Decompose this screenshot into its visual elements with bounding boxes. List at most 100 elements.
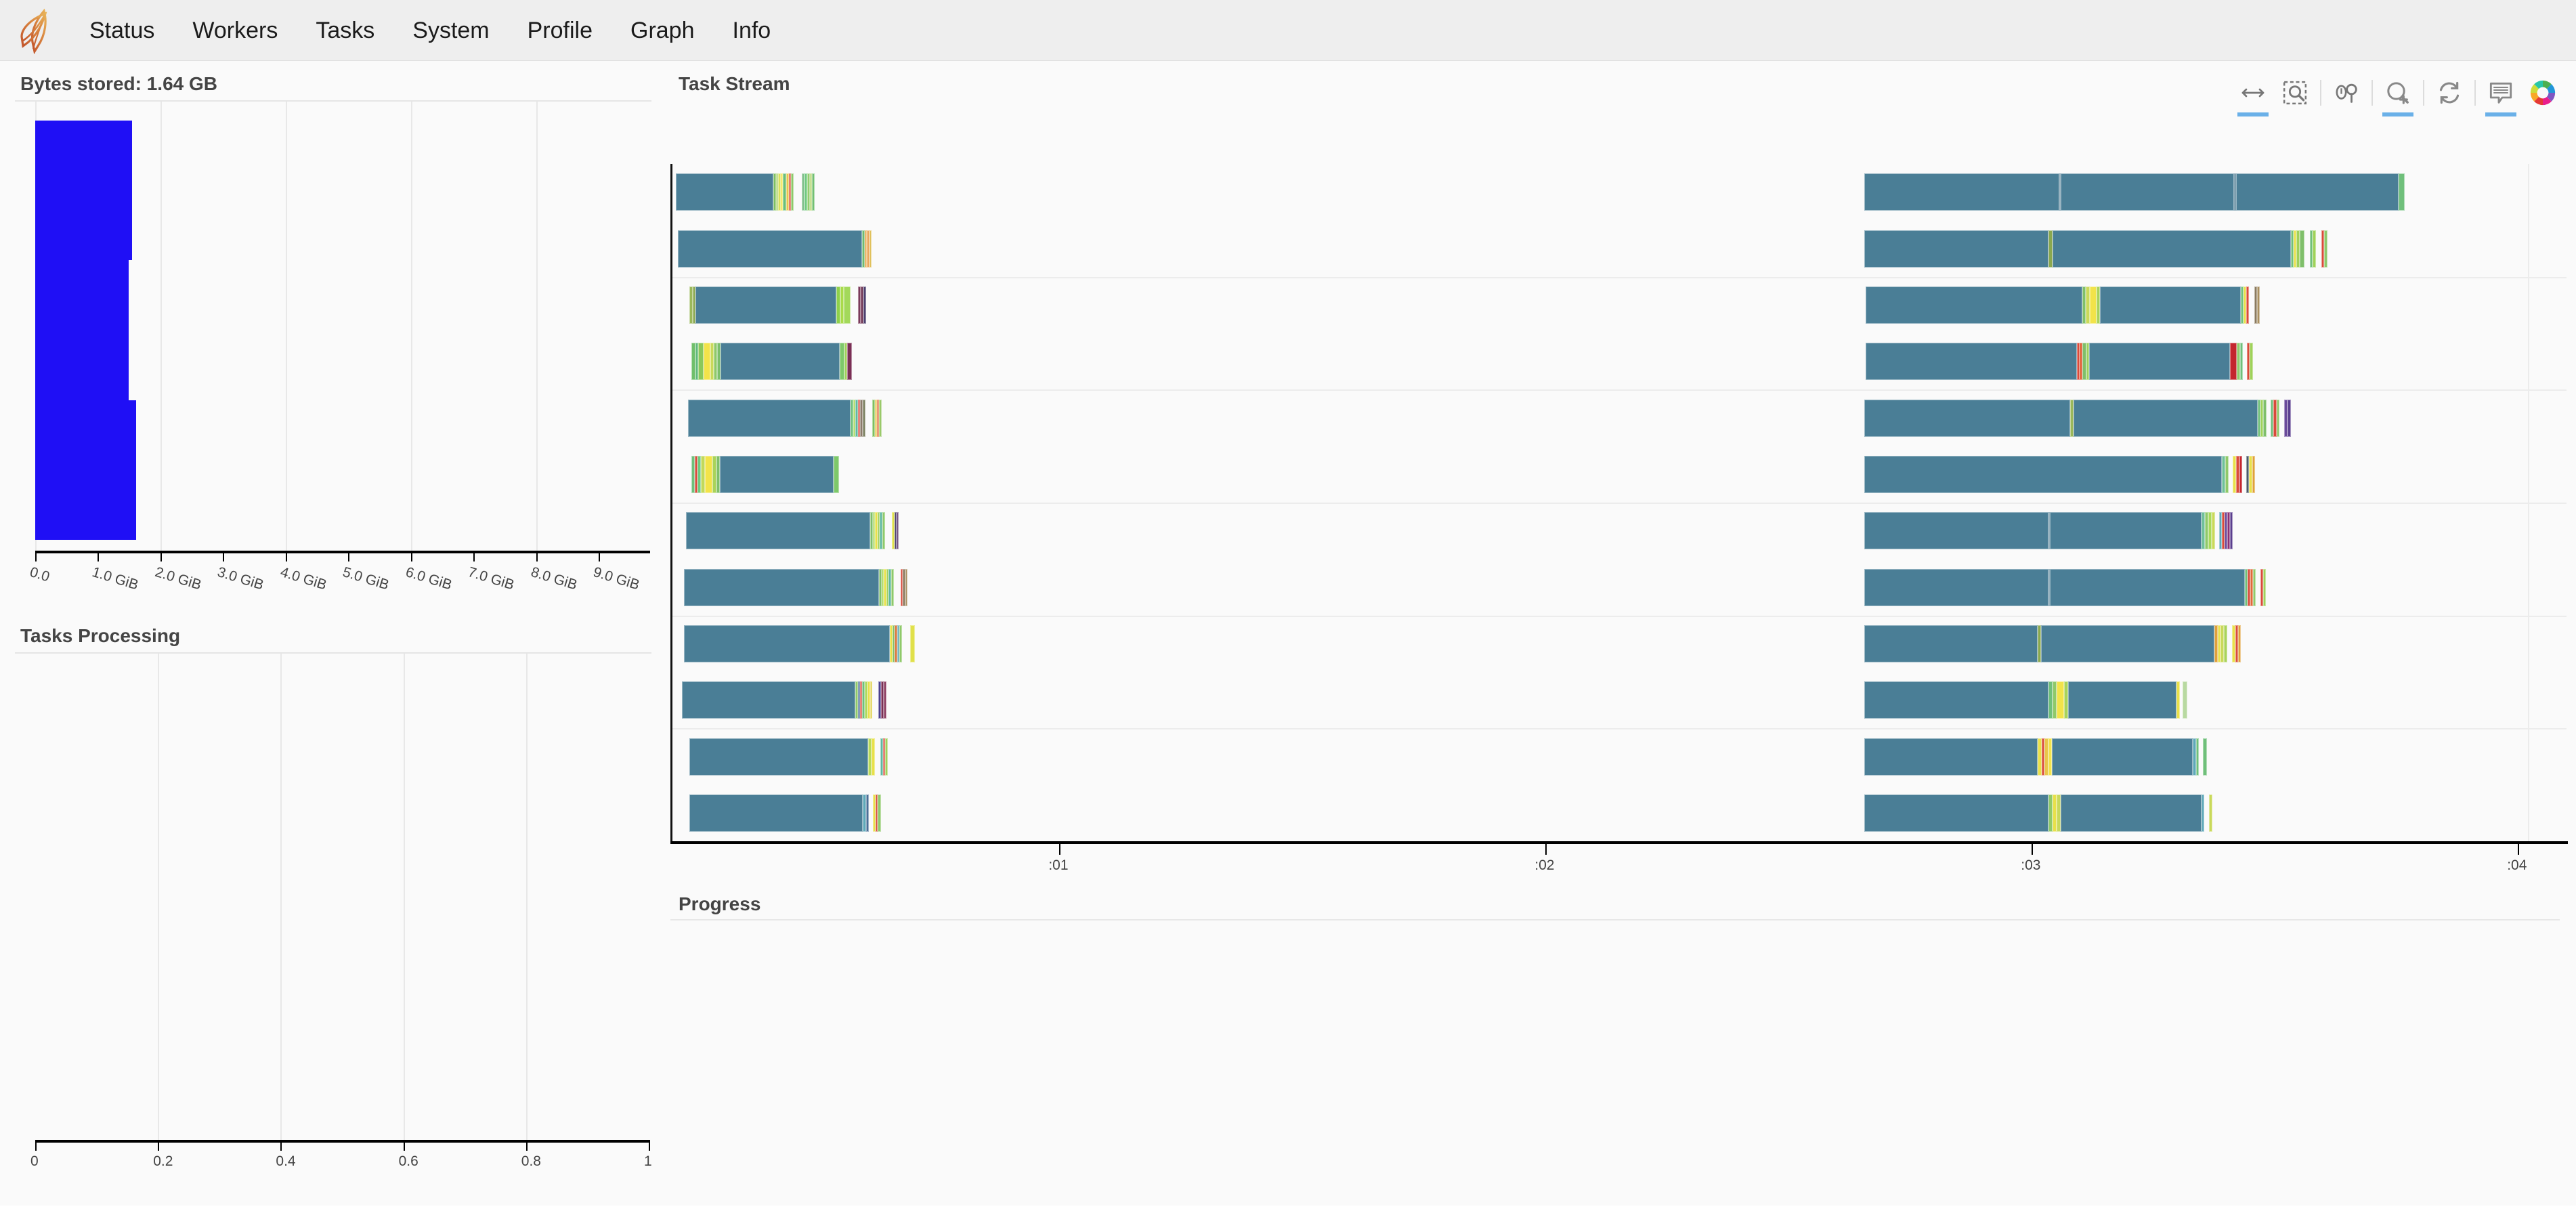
task-stream-plot[interactable] xyxy=(670,164,2567,841)
task-stream-bar[interactable] xyxy=(2183,681,2187,719)
task-stream-bar[interactable] xyxy=(721,343,840,380)
task-stream-bar[interactable] xyxy=(2196,738,2199,776)
task-stream-bar[interactable] xyxy=(1866,287,2082,324)
task-stream-bar[interactable] xyxy=(689,738,868,776)
task-stream-bar[interactable] xyxy=(676,173,773,211)
pan-tool-icon[interactable] xyxy=(2232,72,2274,114)
task-stream-bar[interactable] xyxy=(2230,512,2233,549)
bytes-stored-bar[interactable] xyxy=(35,400,136,540)
task-stream-bar[interactable] xyxy=(872,738,876,776)
task-stream-bar[interactable] xyxy=(2053,230,2291,268)
task-stream-bar[interactable] xyxy=(897,512,899,549)
task-stream-bar[interactable] xyxy=(705,456,712,493)
task-stream-bar[interactable] xyxy=(1864,173,2059,211)
nav-link-info[interactable]: Info xyxy=(714,0,790,61)
task-stream-bar[interactable] xyxy=(866,794,869,832)
task-stream-bar[interactable] xyxy=(2252,456,2255,493)
task-stream-bar[interactable] xyxy=(2250,343,2253,380)
task-stream-bar[interactable] xyxy=(878,794,881,832)
nav-link-tasks[interactable]: Tasks xyxy=(297,0,393,61)
task-stream-bar[interactable] xyxy=(2041,625,2214,662)
nav-link-system[interactable]: System xyxy=(393,0,508,61)
box-zoom-tool-icon[interactable] xyxy=(2274,72,2316,114)
task-stream-bar[interactable] xyxy=(2090,287,2097,324)
task-stream-bar[interactable] xyxy=(1864,400,2070,437)
task-stream-bar[interactable] xyxy=(2224,625,2227,662)
task-stream-bar[interactable] xyxy=(2089,343,2230,380)
task-stream-bar[interactable] xyxy=(891,569,894,606)
task-stream-bar[interactable] xyxy=(844,287,851,324)
wheel-zoom-tool-icon[interactable] xyxy=(2325,72,2367,114)
task-stream-bar[interactable] xyxy=(2399,173,2405,211)
task-stream-bar[interactable] xyxy=(1866,343,2077,380)
task-stream-bar[interactable] xyxy=(2209,794,2213,832)
task-stream-bar[interactable] xyxy=(2238,625,2241,662)
task-stream-bar[interactable] xyxy=(2212,512,2215,549)
task-stream-bar[interactable] xyxy=(2246,287,2249,324)
task-stream-bar[interactable] xyxy=(884,681,886,719)
task-stream-bar[interactable] xyxy=(2300,230,2304,268)
progress-plot[interactable] xyxy=(670,919,2560,1190)
task-stream-bar[interactable] xyxy=(2324,230,2327,268)
task-stream-bar[interactable] xyxy=(686,512,870,549)
task-stream-bar[interactable] xyxy=(2263,400,2267,437)
dask-logo-icon[interactable] xyxy=(0,0,70,61)
task-stream-bar[interactable] xyxy=(2074,400,2258,437)
nav-link-profile[interactable]: Profile xyxy=(509,0,611,61)
task-stream-bar[interactable] xyxy=(2057,681,2064,719)
task-stream-bar[interactable] xyxy=(2176,681,2180,719)
reset-tool-icon[interactable] xyxy=(2428,72,2470,114)
task-stream-bar[interactable] xyxy=(2313,230,2316,268)
task-stream-bar[interactable] xyxy=(1864,681,2048,719)
hover-tool-icon[interactable] xyxy=(2480,72,2522,114)
task-stream-bar[interactable] xyxy=(863,287,866,324)
task-stream-bar[interactable] xyxy=(698,343,703,380)
bytes-stored-plot[interactable] xyxy=(15,100,651,551)
task-stream-bar[interactable] xyxy=(1864,794,2048,832)
bytes-stored-bar[interactable] xyxy=(35,260,129,400)
task-stream-bar[interactable] xyxy=(885,738,888,776)
task-stream-bar[interactable] xyxy=(899,625,902,662)
task-stream-bar[interactable] xyxy=(847,343,852,380)
task-stream-bar[interactable] xyxy=(2277,400,2279,437)
task-stream-bar[interactable] xyxy=(1864,230,2048,268)
task-stream-bar[interactable] xyxy=(2230,343,2237,380)
nav-link-workers[interactable]: Workers xyxy=(173,0,297,61)
task-stream-bar[interactable] xyxy=(791,173,793,211)
task-stream-bar[interactable] xyxy=(1864,512,2048,549)
task-stream-bar[interactable] xyxy=(684,625,890,662)
task-stream-bar[interactable] xyxy=(2239,456,2242,493)
task-stream-bar[interactable] xyxy=(678,230,862,268)
task-stream-bar[interactable] xyxy=(2253,569,2256,606)
task-stream-bar[interactable] xyxy=(879,400,882,437)
task-stream-bar[interactable] xyxy=(1864,625,2038,662)
task-stream-bar[interactable] xyxy=(2050,569,2245,606)
task-stream-bar[interactable] xyxy=(1864,569,2048,606)
task-stream-bar[interactable] xyxy=(684,569,879,606)
task-stream-bar[interactable] xyxy=(2240,343,2243,380)
task-stream-bar[interactable] xyxy=(2052,738,2193,776)
task-stream-bar[interactable] xyxy=(1864,738,2038,776)
task-stream-bar[interactable] xyxy=(2050,512,2202,549)
tasks-processing-plot[interactable] xyxy=(15,652,651,1140)
bytes-stored-bar[interactable] xyxy=(35,121,132,260)
task-stream-bar[interactable] xyxy=(863,400,865,437)
nav-link-graph[interactable]: Graph xyxy=(611,0,714,61)
task-stream-bar[interactable] xyxy=(2225,456,2229,493)
task-stream-bar[interactable] xyxy=(2202,794,2204,832)
task-stream-bar[interactable] xyxy=(704,343,710,380)
task-stream-bar[interactable] xyxy=(2236,173,2399,211)
zoom-in-tool-icon[interactable] xyxy=(2377,72,2419,114)
task-stream-bar[interactable] xyxy=(870,681,872,719)
task-stream-bar[interactable] xyxy=(1864,456,2222,493)
task-stream-bar[interactable] xyxy=(882,512,885,549)
task-stream-bar[interactable] xyxy=(2257,287,2260,324)
bokeh-logo-icon[interactable] xyxy=(2522,72,2564,114)
task-stream-bar[interactable] xyxy=(905,569,907,606)
task-stream-bar[interactable] xyxy=(870,230,872,268)
task-stream-bar[interactable] xyxy=(695,287,836,324)
task-stream-bar[interactable] xyxy=(812,173,815,211)
task-stream-bar[interactable] xyxy=(834,456,839,493)
task-stream-bar[interactable] xyxy=(688,400,851,437)
task-stream-bar[interactable] xyxy=(2061,794,2202,832)
